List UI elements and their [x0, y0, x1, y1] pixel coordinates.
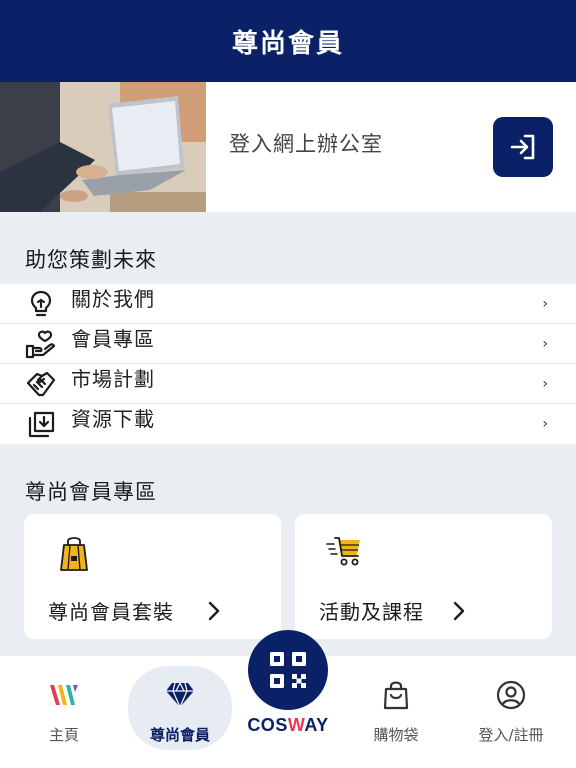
card-label: 尊尚會員套裝	[48, 600, 174, 624]
card-events-courses[interactable]: 活動及課程	[295, 514, 552, 639]
tab-home[interactable]: 主頁	[12, 666, 116, 750]
w-logo-icon	[49, 680, 79, 710]
heart-hand-icon	[25, 328, 57, 360]
menu-item-resources-download[interactable]: 資源下載 ›	[0, 404, 576, 444]
download-tray-icon	[25, 408, 57, 440]
shopping-bag-icon	[54, 534, 94, 572]
qr-code-icon	[270, 652, 306, 688]
menu-item-label: 會員專區	[71, 327, 155, 351]
user-circle-icon	[496, 680, 526, 710]
lightbulb-icon	[25, 288, 57, 320]
page-title: 尊尚會員	[231, 28, 344, 59]
menu-item-label: 關於我們	[71, 287, 155, 311]
chevron-right-icon: ›	[542, 336, 548, 352]
chevron-right-icon: ›	[542, 376, 548, 392]
tab-vip-member[interactable]: 尊尚會員	[128, 666, 232, 750]
menu-item-about-us[interactable]: 關於我們 ›	[0, 284, 576, 324]
menu-item-label: 資源下載	[71, 407, 155, 431]
banner-photo	[0, 82, 206, 212]
login-banner[interactable]: 登入網上辦公室	[0, 82, 576, 212]
menu-item-member-zone[interactable]: 會員專區 ›	[0, 324, 576, 364]
tab-label: 購物袋	[373, 726, 419, 744]
tab-shopping-bag[interactable]: 購物袋	[344, 666, 448, 750]
handshake-icon	[25, 368, 57, 400]
plan-menu-list: 關於我們 › 會員專區 › 市場計劃 › 資源下載 ›	[0, 284, 576, 444]
login-button[interactable]	[493, 117, 553, 177]
bag-icon	[381, 680, 411, 710]
chevron-right-icon	[208, 601, 220, 621]
tab-label: 尊尚會員	[149, 726, 210, 744]
card-label: 活動及課程	[319, 600, 424, 624]
login-arrow-icon	[510, 134, 535, 160]
card-vip-package[interactable]: 尊尚會員套裝	[24, 514, 281, 639]
tab-label: 主頁	[48, 726, 79, 744]
fast-cart-icon	[325, 534, 365, 572]
menu-item-label: 市場計劃	[71, 367, 155, 391]
chevron-right-icon: ›	[542, 296, 548, 312]
login-office-label: 登入網上辦公室	[229, 132, 383, 156]
app-header: 尊尚會員	[0, 0, 576, 82]
qr-scan-button[interactable]	[248, 630, 328, 710]
plan-section-title: 助您策劃未來	[25, 248, 157, 272]
chevron-right-icon	[453, 601, 465, 621]
menu-item-market-plan[interactable]: 市場計劃 ›	[0, 364, 576, 404]
vip-section-title: 尊尚會員專區	[25, 480, 157, 504]
diamond-icon	[165, 680, 195, 710]
tab-label: 登入/註冊	[478, 726, 544, 744]
chevron-right-icon: ›	[542, 416, 548, 432]
tab-login-register[interactable]: 登入/註冊	[459, 666, 563, 750]
cosway-logo: COSWAY	[247, 715, 329, 735]
